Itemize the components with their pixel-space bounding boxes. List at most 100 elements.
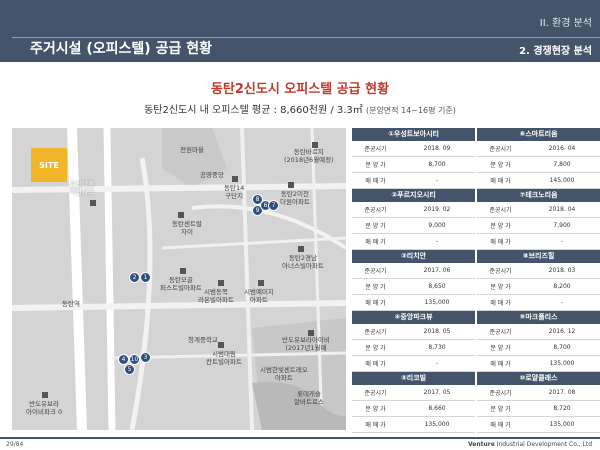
property-name: ⑧브리즈힐 <box>477 250 600 263</box>
sale-price-value: 7,800 <box>553 161 571 168</box>
property-name: ⑨마크폴리스 <box>477 311 600 324</box>
main-title: 동탄2신도시 오피스텔 공급 현황 <box>210 82 390 97</box>
completion-date-row: 준공시기 2018. 04 <box>477 202 600 218</box>
sale-price-row: 분 양 가 8,700 <box>352 157 475 173</box>
sale-price-row: 분 양 가 8,720 <box>477 401 600 417</box>
sale-price-value: 8,700 <box>428 161 446 168</box>
completion-date-value: 2018. 04 <box>548 206 576 213</box>
map-pin: 5 <box>124 364 135 375</box>
trade-price-row: 매 매 가 135,000 <box>477 417 600 433</box>
completion-date-value: 2017. 06 <box>423 267 451 274</box>
trade-price-value: 135,000 <box>424 421 450 428</box>
trade-price-row: 매 매 가- <box>477 234 600 250</box>
sale-price-value: 8,700 <box>553 344 571 351</box>
map-pin: 7 <box>268 200 279 211</box>
completion-date-label: 준공시기 <box>489 207 512 214</box>
building-icon <box>178 212 184 218</box>
trade-price-value: 145,000 <box>549 177 575 184</box>
sale-price-value: 7,900 <box>553 222 571 229</box>
site-marker: SITE <box>31 148 67 182</box>
sale-price-row: 분 양 가 8,200 <box>477 279 600 295</box>
map-label-dongtan-station: 동탄역 <box>62 300 80 308</box>
sale-price-value: 8,200 <box>553 283 571 290</box>
map-label-dongtan-ogol: 동탄모골 퍼스트빌아파트 <box>160 276 202 292</box>
map-label-dongtan-ichen: 동탄2이천 더원아파트 <box>280 190 310 206</box>
property-name: ⑩로얄클래스 <box>477 372 600 385</box>
property-name: ③리치안 <box>352 250 475 263</box>
building-icon <box>258 280 264 286</box>
completion-date-value: 2016. 04 <box>548 145 576 152</box>
map-label-sibeom-buyeong: 시범동쪽 라온빌아파트 <box>198 288 234 304</box>
company-name: Venture Industrial Development Co., Ltd <box>468 441 592 448</box>
subsection-label: 2. 경쟁현장 분석 <box>519 46 592 57</box>
sale-price-row: 분 양 가 8,660 <box>352 401 475 417</box>
trade-price-row: 매 매 가- <box>352 356 475 372</box>
completion-date-value: 2016. 12 <box>548 328 576 335</box>
map-label-dongtan2-neul: 동탄2경남 아너스빌아파트 <box>282 254 324 270</box>
trade-price-value: 135,000 <box>549 360 575 367</box>
sale-price-value: 8,660 <box>428 405 446 412</box>
building-icon <box>232 176 238 182</box>
trade-price-label: 매 매 가 <box>490 361 511 368</box>
map-label-bando-ivy: 반도유보라 아이비파크 0 <box>26 400 63 416</box>
building-icon <box>298 246 304 252</box>
trade-price-row: 매 매 가- <box>352 234 475 250</box>
building-icon <box>218 280 224 286</box>
completion-date-label: 준공시기 <box>364 268 387 275</box>
building-icon <box>288 182 294 188</box>
completion-date-label: 준공시기 <box>364 146 387 153</box>
completion-date-row: 준공시기 2017. 06 <box>352 263 475 279</box>
trade-price-row: 매 매 가 145,000 <box>477 173 600 189</box>
trade-price-label: 매 매 가 <box>365 239 386 246</box>
property-name: ①우성트보아시티 <box>352 128 475 141</box>
trade-price-value: 135,000 <box>424 299 450 306</box>
sale-price-row: 분 양 가 8,730 <box>352 340 475 356</box>
trade-price-label: 매 매 가 <box>490 300 511 307</box>
completion-date-value: 2017. 08 <box>548 389 576 396</box>
property-card: ①우성트보아시티준공시기 2018. 09 분 양 가 8,700 매 매 가 - <box>352 128 475 189</box>
building-icon <box>42 392 48 398</box>
property-card: ⑥스마트리움 준공시기 2016. 04 분 양 가 7,800 매 매 가 145,000 <box>477 128 600 189</box>
trade-price-label: 매 매 가 <box>490 422 511 429</box>
map-label-dongtan-baruji: 동탄바르지 (2018년6월예정) <box>284 148 334 164</box>
completion-date-label: 준공시기 <box>489 268 512 275</box>
trade-price-label: 매 매 가 <box>490 178 511 185</box>
sale-price-label: 분 양 가 <box>490 406 511 413</box>
trade-price-row: 매 매 가- <box>477 295 600 311</box>
completion-date-label: 준공시기 <box>489 329 512 336</box>
section-label: II. 환경 분석 <box>539 18 592 29</box>
trade-price-label: 매 매 가 <box>365 178 386 185</box>
sale-price-label: 분 양 가 <box>365 223 386 230</box>
building-icon <box>180 268 186 274</box>
trade-price-label: 매 매 가 <box>365 422 386 429</box>
completion-date-label: 준공시기 <box>364 390 387 397</box>
property-card: ⑧브리즈힐 준공시기 2018. 03 분 양 가 8,200 매 매 가 - <box>477 250 600 311</box>
building-icon <box>308 330 314 336</box>
sale-price-label: 분 양 가 <box>365 345 386 352</box>
trade-price-value: - <box>435 360 439 367</box>
property-name: ⑤리코빌 <box>352 372 475 385</box>
trade-price-value: 135,000 <box>549 421 575 428</box>
sale-price-row: 분 양 가 8,700 <box>477 340 600 356</box>
completion-date-row: 준공시기 2016. 12 <box>477 324 600 340</box>
map-label-dongtan14: 동탄14 구단지 <box>224 184 245 200</box>
trade-price-value: - <box>435 238 439 245</box>
trade-price-row: 매 매 가- <box>352 173 475 189</box>
trade-price-row: 매 매 가 135,000 <box>477 356 600 372</box>
map-pin: 2 <box>129 272 140 283</box>
sale-price-value: 8,720 <box>553 405 571 412</box>
sale-price-value: 8,730 <box>428 344 446 351</box>
property-card: ⑤리코빌 준공시기 2017. 05 분 양 가 8,660 매 매 가 135,000 <box>352 372 475 433</box>
sale-price-label: 분 양 가 <box>365 406 386 413</box>
property-name: ②푸르지오시티 <box>352 189 475 202</box>
completion-date-value: 2018. 09 <box>423 145 451 152</box>
map-label-dongtan-central: 동탄센트럴 자이 <box>172 220 202 236</box>
completion-date-label: 준공시기 <box>364 329 387 336</box>
trade-price-value: - <box>435 177 439 184</box>
property-name: ⑦테크노리움 <box>477 189 600 202</box>
sale-price-label: 분 양 가 <box>490 162 511 169</box>
map-label-jeonwon: 전원마을 <box>180 146 204 154</box>
sale-price-label: 분 양 가 <box>490 345 511 352</box>
completion-date-row: 준공시기 2017. 05 <box>352 385 475 401</box>
map-label-gongyeong: 공영중앙 <box>200 171 224 179</box>
